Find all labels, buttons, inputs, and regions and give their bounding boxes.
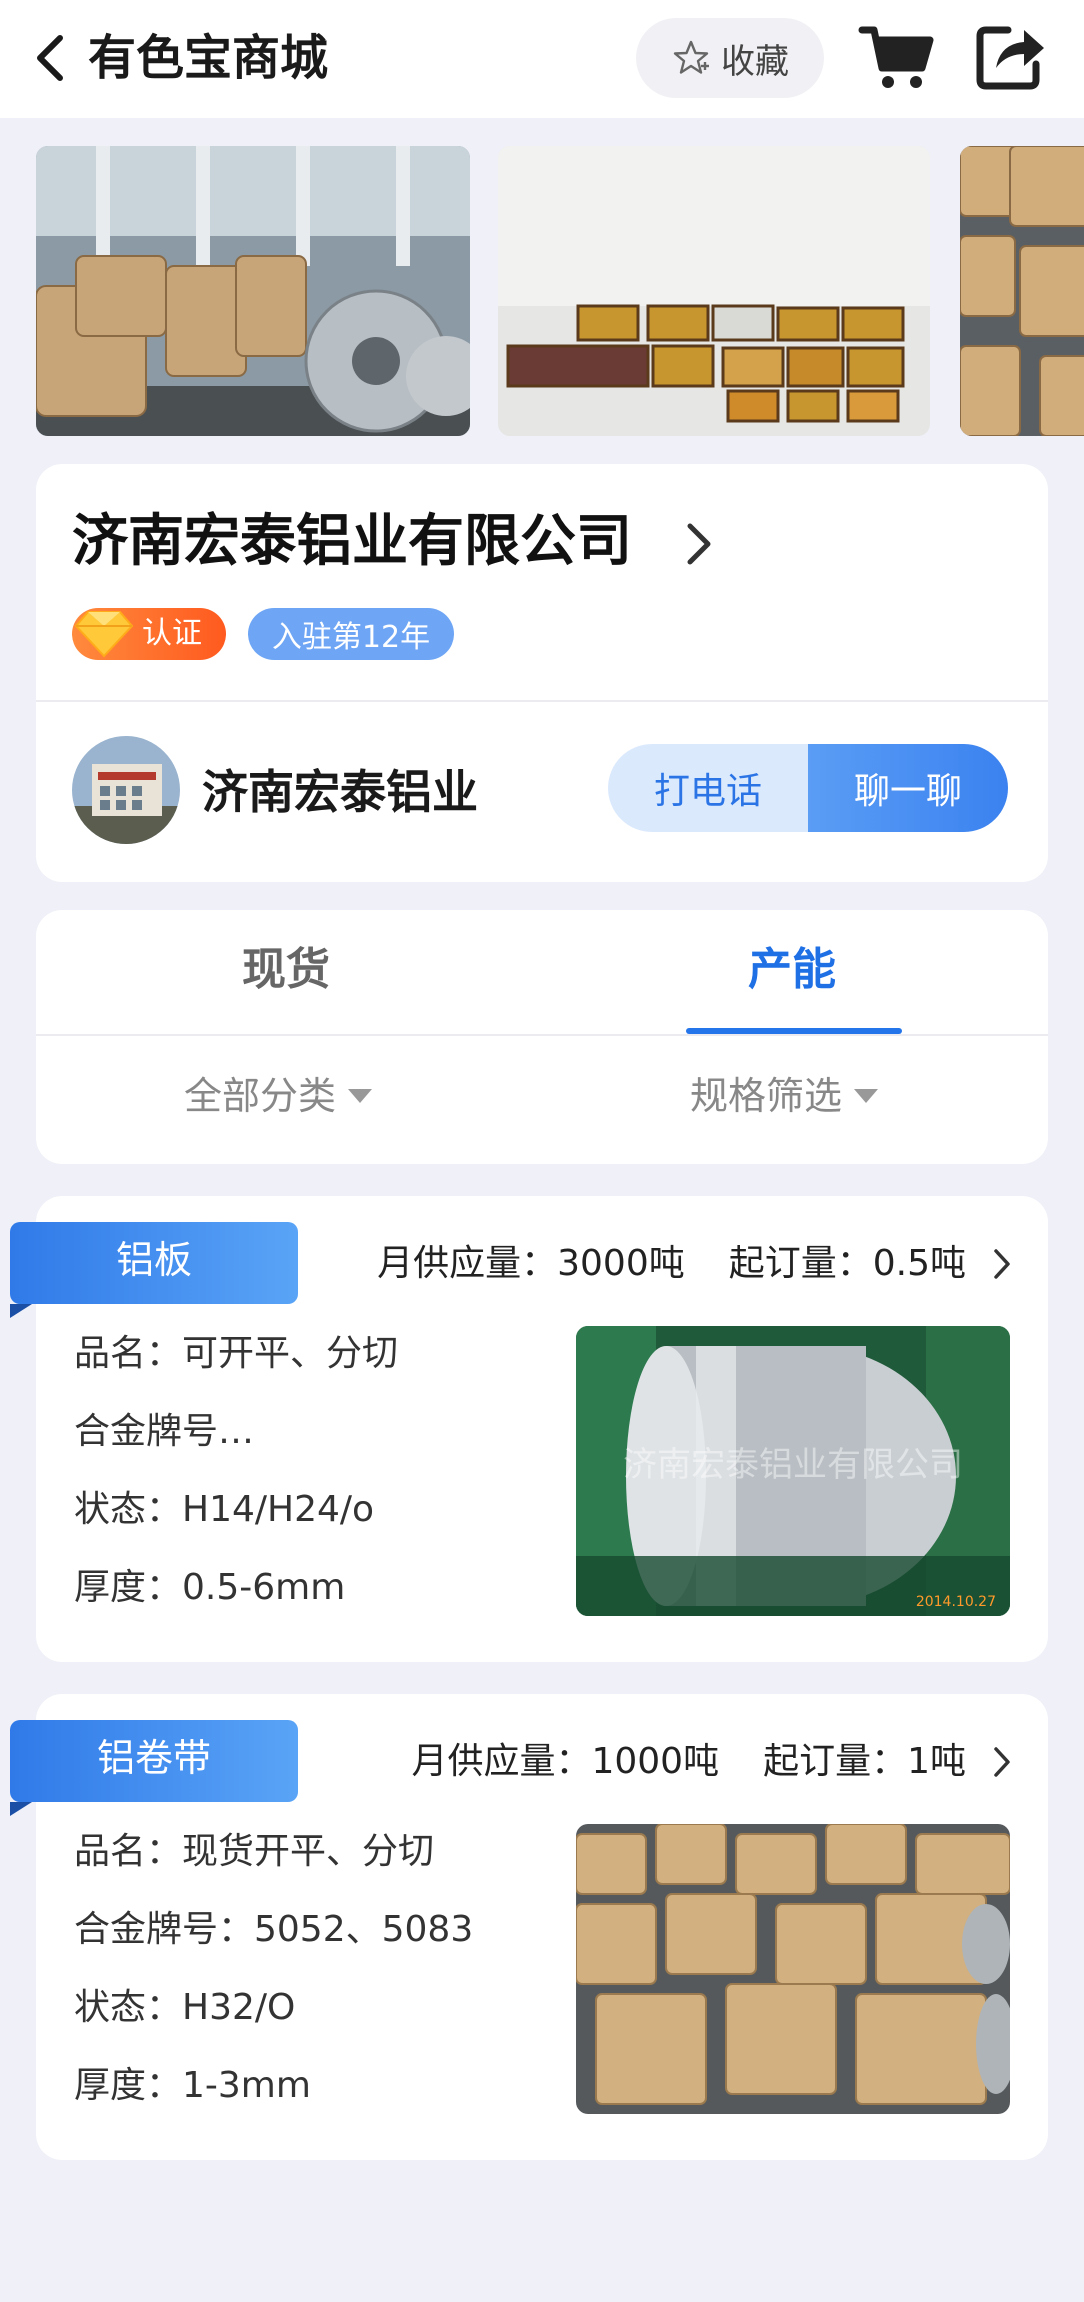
divider [36,1034,1048,1036]
product-card[interactable]: 铝板 月供应量：3000吨 起订量：0.5吨 品名：可开平、分切 合金牌号… 状… [10,1196,1048,1662]
top-bar: 有色宝商城 收藏 [0,0,1084,118]
category-label: 铝板 [115,1238,192,1282]
page-title: 有色宝商城 [88,30,329,86]
monthly-supply: 月供应量：1000吨 [411,1741,720,1782]
certified-label: 认证 [142,616,202,651]
cart-icon[interactable] [858,22,934,92]
gallery-photo-coils[interactable] [960,146,1084,436]
product-photo[interactable] [576,1824,1010,2114]
certified-badge: 认证 [72,608,226,660]
photo-date: 2014.10.27 [916,1594,996,1610]
spec-temper: 状态：H14/H24/o [74,1489,375,1530]
chevron-right-icon [994,1747,1010,1777]
spec-filter-label: 规格筛选 [690,1074,843,1118]
spec-product-name: 品名：现货开平、分切 [74,1831,435,1872]
product-card[interactable]: 铝卷带 月供应量：1000吨 起订量：1吨 品名：现货开平、分切 合金牌号：50… [10,1694,1048,2160]
photo-watermark: 济南宏泰铝业有限公司 [623,1445,963,1485]
product-specs: 品名：现货开平、分切 合金牌号：5052、5083 状态：H32/O 厚度：1-… [74,1826,473,2138]
gallery-photo-warehouse[interactable] [36,146,470,436]
category-ribbon: 铝板 [10,1222,298,1320]
product-specs: 品名：可开平、分切 合金牌号… 状态：H14/H24/o 厚度：0.5-6mm [74,1328,398,1640]
company-short-name: 济南宏泰铝业 [202,765,478,819]
caret-down-icon [348,1089,373,1103]
avatar[interactable] [72,736,180,844]
membership-years-label: 入驻第12年 [271,620,431,655]
supply-info[interactable]: 月供应量：1000吨 起订量：1吨 [411,1736,1012,1788]
tabs-card: 现货 产能 全部分类 规格筛选 [36,910,1048,1164]
spec-alloy: 合金牌号… [74,1411,255,1452]
spec-thickness: 厚度：0.5-6mm [74,1567,346,1608]
category-ribbon: 铝卷带 [10,1720,298,1818]
membership-years-badge: 入驻第12年 [248,608,454,660]
category-label: 铝卷带 [96,1736,211,1780]
back-arrow-icon[interactable] [30,30,70,86]
tab-spot-goods[interactable]: 现货 [242,940,330,1000]
spec-temper: 状态：H32/O [74,1987,296,2028]
call-button[interactable]: 打电话 [608,744,808,832]
gallery-photo-certificates[interactable] [498,146,930,436]
chevron-right-icon[interactable] [680,516,716,572]
share-icon[interactable] [972,20,1048,92]
caret-down-icon [854,1089,879,1103]
chat-button[interactable]: 聊一聊 [808,744,1008,832]
category-filter[interactable]: 全部分类 [184,1070,373,1122]
company-name[interactable]: 济南宏泰铝业有限公司 [72,504,632,580]
star-icon [673,40,709,74]
diamond-icon [74,611,134,658]
min-order: 起订量：1吨 [763,1741,966,1782]
company-card: 济南宏泰铝业有限公司 认证 入驻第12年 济南宏泰铝业 打电话 聊一聊 [36,464,1048,882]
photo-gallery[interactable] [0,146,1084,436]
tab-capacity[interactable]: 产能 [748,940,836,1000]
spec-alloy: 合金牌号：5052、5083 [74,1909,474,1950]
favorite-button[interactable]: 收藏 [636,18,824,98]
category-filter-label: 全部分类 [184,1074,337,1118]
min-order: 起订量：0.5吨 [728,1243,966,1284]
spec-product-name: 品名：可开平、分切 [74,1333,399,1374]
chevron-right-icon [994,1249,1010,1279]
monthly-supply: 月供应量：3000吨 [377,1243,685,1284]
chat-label: 聊一聊 [853,771,962,812]
product-photo[interactable]: 济南宏泰铝业有限公司 2014.10.27 [576,1326,1010,1616]
supply-info[interactable]: 月供应量：3000吨 起订量：0.5吨 [377,1238,1012,1290]
spec-filter[interactable]: 规格筛选 [690,1070,879,1122]
call-label: 打电话 [653,771,762,812]
divider [36,700,1048,702]
favorite-label: 收藏 [721,41,789,82]
spec-thickness: 厚度：1-3mm [74,2065,311,2106]
